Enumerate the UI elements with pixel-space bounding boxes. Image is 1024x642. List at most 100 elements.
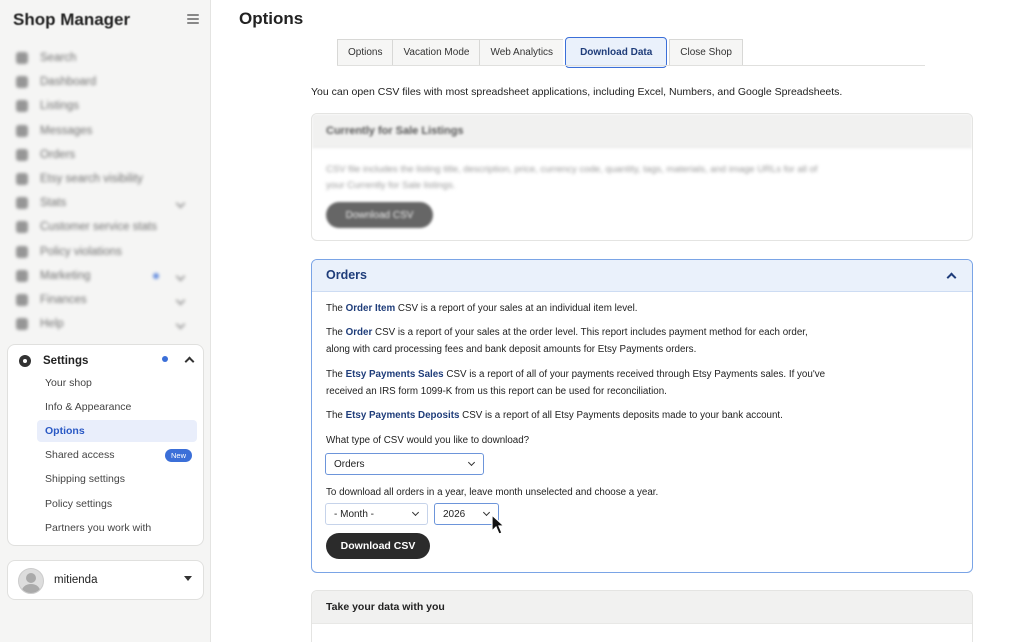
page-title: Options [239, 9, 304, 28]
settings-item-label: Info & Appearance [45, 401, 132, 414]
flag-icon [16, 245, 28, 258]
megaphone-icon [16, 269, 28, 282]
sidebar-item-label: Finances [40, 293, 87, 306]
sidebar-item-customer-service-stats[interactable]: Customer service stats [0, 215, 211, 239]
sidebar-item-label: Help [40, 318, 64, 331]
listings-download-button[interactable]: Download CSV [326, 202, 433, 228]
sidebar-nav: Search Dashboard Listings Messages Orders Ets… [0, 46, 211, 336]
settings-item-partners-you-work-with[interactable]: Partners you work with [37, 517, 197, 539]
sidebar-item-messages[interactable]: Messages [0, 119, 211, 143]
sidebar-item-label: Dashboard [40, 76, 97, 89]
orders-download-button[interactable]: Download CSV [326, 533, 430, 559]
settings-item-shared-access[interactable]: Shared access New [37, 444, 197, 466]
sidebar-item-label: Customer service stats [40, 221, 157, 234]
tab-options[interactable]: Options [337, 39, 393, 66]
chevron-up-icon[interactable] [184, 356, 195, 367]
user-menu[interactable]: mitienda [7, 560, 204, 600]
year-select[interactable]: 2026 [434, 503, 499, 525]
payments-sales-description: The Etsy Payments Sales CSV is a report … [326, 369, 826, 397]
csv-type-select[interactable]: Orders [325, 453, 484, 475]
mouse-cursor-icon [491, 514, 506, 535]
tab-download-data[interactable]: Download Data [565, 37, 668, 68]
chevron-down-icon [467, 458, 476, 467]
tab-close-shop[interactable]: Close Shop [669, 39, 743, 66]
avatar [18, 568, 44, 594]
settings-item-label: Policy settings [45, 497, 113, 510]
orders-card-header[interactable]: Orders [312, 260, 972, 292]
brand-title: Shop Manager [13, 10, 131, 29]
settings-item-policy-settings[interactable]: Policy settings [37, 493, 197, 515]
month-select[interactable]: - Month - [325, 503, 428, 525]
home-icon [16, 76, 28, 89]
orders-card-title: Orders [326, 268, 367, 282]
sidebar: Shop Manager Search Dashboard Listings Mess… [0, 0, 211, 642]
sidebar-item-finances[interactable]: Finances [0, 288, 211, 312]
csv-type-question: What type of CSV would you like to downl… [326, 435, 530, 446]
notification-dot [162, 356, 168, 362]
tab-web-analytics[interactable]: Web Analytics [479, 39, 564, 66]
listings-card-title[interactable]: Currently for Sale Listings [312, 114, 972, 148]
settings-item-label: Partners you work with [45, 521, 152, 534]
sidebar-item-dashboard[interactable]: Dashboard [0, 70, 211, 94]
help-icon [16, 318, 28, 331]
tab-vacation-mode[interactable]: Vacation Mode [392, 39, 480, 66]
chevron-down-icon [184, 576, 192, 581]
sidebar-item-label: Etsy search visibility [40, 173, 143, 186]
sidebar-item-listings[interactable]: Listings [0, 94, 211, 118]
sidebar-item-label: Policy violations [40, 245, 122, 258]
settings-header[interactable]: Settings [19, 351, 88, 371]
user-name: mitienda [54, 574, 98, 586]
listings-card: Currently for Sale Listings CSV file inc… [311, 113, 973, 241]
orders-card: Orders The Order Item CSV is a report of… [311, 259, 973, 573]
chevron-down-icon [175, 198, 186, 209]
order-description: The Order CSV is a report of your sales … [326, 327, 808, 355]
year-hint: To download all orders in a year, leave … [326, 487, 659, 498]
gauge-icon [16, 221, 28, 234]
sidebar-item-policy-violations[interactable]: Policy violations [0, 240, 211, 264]
sidebar-item-label: Marketing [40, 269, 91, 282]
chevron-down-icon [482, 508, 491, 517]
notification-dot [153, 272, 159, 279]
settings-item-label: Your shop [45, 377, 92, 389]
sidebar-item-label: Orders [40, 148, 76, 161]
take-data-title[interactable]: Take your data with you [312, 591, 972, 624]
payments-deposits-description: The Etsy Payments Deposits CSV is a repo… [326, 410, 783, 421]
listings-card-text: CSV file includes the listing title, des… [326, 164, 818, 191]
sidebar-item-label: Search [40, 52, 77, 65]
sidebar-item-label: Messages [40, 124, 93, 137]
chevron-down-icon [411, 508, 420, 517]
sidebar-item-stats[interactable]: Stats [0, 191, 211, 215]
bank-icon [16, 293, 28, 306]
settings-item-your-shop[interactable]: Your shop [37, 372, 197, 394]
tab-bar: Options Vacation Mode Web Analytics Downloa… [337, 37, 743, 68]
menu-icon[interactable] [187, 14, 199, 26]
new-badge: New [164, 449, 192, 463]
settings-item-label: Options [45, 425, 85, 438]
settings-item-options[interactable]: Options [37, 420, 197, 443]
tag-icon [16, 100, 28, 113]
settings-item-info-appearance[interactable]: Info & Appearance [37, 396, 197, 418]
sidebar-item-search[interactable]: Search [0, 46, 211, 70]
settings-item-shipping-settings[interactable]: Shipping settings [37, 468, 197, 490]
sidebar-item-marketing[interactable]: Marketing [0, 264, 211, 288]
sidebar-item-label: Stats [40, 197, 67, 210]
search-icon [16, 52, 28, 65]
order-item-description: The Order Item CSV is a report of your s… [326, 303, 638, 314]
chevron-down-icon [175, 295, 186, 306]
sidebar-item-orders[interactable]: Orders [0, 143, 211, 167]
chevron-down-icon [175, 319, 186, 330]
gear-icon [19, 355, 31, 367]
settings-label: Settings [43, 355, 89, 367]
receipt-icon [16, 148, 28, 161]
take-data-card: Take your data with you [311, 590, 973, 642]
chevron-down-icon [175, 271, 186, 282]
sidebar-item-label: Listings [40, 100, 79, 113]
settings-item-label: Shipping settings [45, 473, 125, 486]
chevron-up-icon[interactable] [946, 272, 957, 283]
chat-icon [16, 124, 28, 137]
settings-item-label: Shared access [45, 449, 115, 462]
sidebar-item-help[interactable]: Help [0, 312, 211, 336]
sidebar-item-etsy-search-visibility[interactable]: Etsy search visibility [0, 167, 211, 191]
intro-text: You can open CSV files with most spreads… [311, 86, 843, 98]
visibility-icon [16, 173, 28, 186]
